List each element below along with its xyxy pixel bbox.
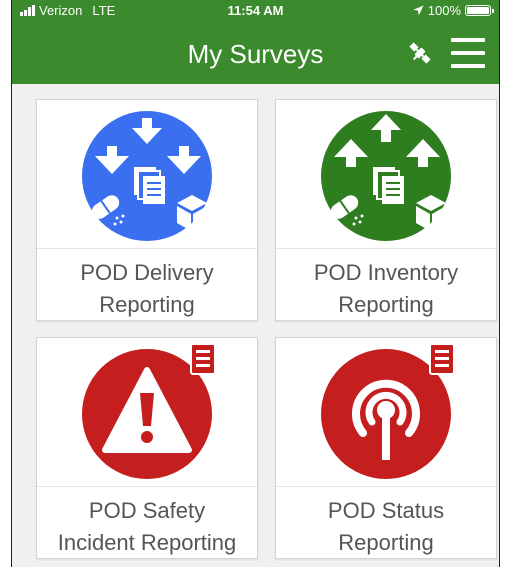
survey-card-pod-status[interactable]: POD Status Reporting	[275, 337, 497, 559]
phone-screen: Verizon LTE 11:54 AM 100% My Surveys POD…	[11, 0, 500, 567]
survey-title-line2: Reporting	[99, 292, 195, 317]
survey-title-line1: POD Safety	[88, 498, 206, 523]
app-header: My Surveys	[12, 22, 499, 84]
survey-title-line2: Reporting	[338, 530, 434, 555]
satellite-icon[interactable]	[405, 38, 435, 68]
survey-title: POD Inventory Reporting	[276, 257, 496, 321]
broadcast-icon	[276, 338, 496, 486]
warning-icon	[37, 338, 257, 486]
survey-title: POD Delivery Reporting	[37, 257, 257, 321]
battery-percent: 100%	[427, 3, 461, 18]
card-divider	[37, 486, 257, 487]
survey-card-pod-delivery[interactable]: POD Delivery Reporting	[36, 99, 258, 321]
survey-title-line2: Incident Reporting	[57, 530, 237, 555]
survey-title-line2: Reporting	[338, 292, 434, 317]
card-divider	[276, 486, 496, 487]
survey-title: POD Safety Incident Reporting	[37, 495, 257, 559]
location-arrow-icon	[413, 5, 424, 16]
survey-title-line1: POD Inventory	[313, 260, 459, 285]
battery-icon	[465, 5, 494, 16]
survey-title-line1: POD Status	[327, 498, 445, 523]
battery-info: 100%	[413, 3, 494, 18]
survey-title-line1: POD Delivery	[80, 260, 214, 285]
survey-title: POD Status Reporting	[276, 495, 496, 559]
inventory-icon	[276, 100, 496, 248]
menu-button[interactable]	[451, 38, 485, 68]
survey-card-pod-safety-incident[interactable]: POD Safety Incident Reporting	[36, 337, 258, 559]
status-bar: Verizon LTE 11:54 AM 100%	[12, 0, 499, 22]
card-divider	[37, 248, 257, 249]
survey-card-pod-inventory[interactable]: POD Inventory Reporting	[275, 99, 497, 321]
card-divider	[276, 248, 496, 249]
delivery-icon	[37, 100, 257, 248]
